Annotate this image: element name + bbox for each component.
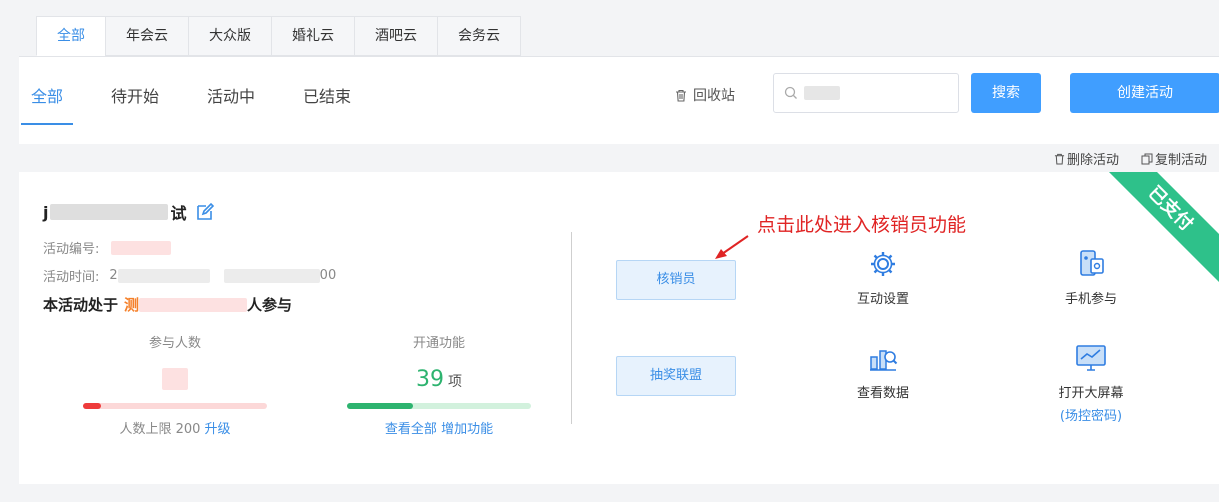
event-time-row: 活动时间: 2 00 [43,266,336,285]
status-tabs: 全部 待开始 活动中 已结束 [20,83,399,125]
cat-tab-annual[interactable]: 年会云 [105,16,188,56]
event-state: 本活动处于 测 人参与 [43,294,292,315]
trash-icon [676,89,686,102]
status-tab-all[interactable]: 全部 [20,83,74,125]
redacted-block [50,204,169,220]
cat-tab-bar[interactable]: 酒吧云 [354,16,437,56]
annotation-arrow [715,235,749,259]
annotation-text: 点击此处进入核销员功能 [757,214,967,236]
delete-event-label: 删除活动 [1066,153,1119,168]
interactive-settings-action[interactable]: 互动设置 [823,248,943,307]
gear-icon [871,252,895,276]
event-number-row: 活动编号: [43,238,172,257]
search-button[interactable]: 搜索 [971,73,1041,113]
event-title-start: j [43,202,49,222]
mobile-join-label: 手机参与 [1064,292,1117,307]
cat-tab-conference[interactable]: 会务云 [437,16,521,56]
features-label: 开通功能 [412,336,465,351]
divider [571,232,572,424]
event-time-end: 00 [319,268,337,283]
interactive-settings-label: 互动设置 [856,292,909,307]
state-prefix: 本活动处于 [43,296,119,314]
open-big-screen-label: 打开大屏幕 [1058,386,1124,401]
toolbar-panel: 全部 待开始 活动中 已结束 回收站 搜索 创建活动 [19,56,1219,144]
edit-icon[interactable] [195,202,215,222]
view-data-label: 查看数据 [856,386,909,401]
monitor-icon [1076,345,1106,371]
state-suffix: 人参与 [247,296,293,314]
search-box[interactable] [773,73,959,113]
chart-icon [870,350,898,371]
copy-event-link[interactable]: 复制活动 [1141,149,1207,168]
redacted-block [162,368,188,390]
venue-password-link[interactable]: (场控密码) [1031,405,1151,424]
event-card: 已支付 j 试 活动编号: 活动时间: 2 00 本活动处于 测 人参与 参与人… [19,172,1219,484]
status-tab-active[interactable]: 活动中 [207,83,255,125]
copy-icon [1141,153,1153,164]
redacted-block [117,268,210,283]
participants-stat: 参与人数 [83,332,267,391]
cat-tab-public[interactable]: 大众版 [188,16,271,56]
state-highlight: 测 [124,296,140,314]
search-icon [784,86,797,99]
recycle-bin-link[interactable]: 回收站 [675,85,735,105]
category-tabs: 全部 年会云 大众版 婚礼云 酒吧云 会务云 [36,16,521,56]
event-title-end: 试 [170,204,187,223]
participant-limit: 人数上限 200 升级 [83,418,267,437]
participant-limit-text: 人数上限 200 [119,422,201,437]
features-stat: 开通功能 39 项 [347,332,531,392]
lottery-alliance-button[interactable]: 抽奖联盟 [616,356,736,396]
card-actions: 删除活动 复制活动 [1032,149,1207,168]
features-count-value: 39 [416,367,444,392]
features-unit: 项 [448,374,462,390]
status-tab-pending[interactable]: 待开始 [111,83,159,125]
status-tab-ended[interactable]: 已结束 [303,83,351,125]
view-data-action[interactable]: 查看数据 [823,342,943,401]
verifier-button[interactable]: 核销员 [616,260,736,300]
event-time-label: 活动时间: [43,270,100,285]
redacted-block [111,240,172,255]
add-feature-link[interactable]: 增加功能 [441,422,493,437]
phone-icon [1080,250,1104,276]
event-time-start: 2 [109,268,118,283]
search-value-redacted [804,86,840,100]
open-big-screen-action[interactable]: 打开大屏幕 (场控密码) [1031,342,1151,424]
copy-event-label: 复制活动 [1154,153,1207,168]
features-links: 查看全部 增加功能 [347,418,531,437]
mobile-join-action[interactable]: 手机参与 [1031,248,1151,307]
main-content: 全部 待开始 活动中 已结束 回收站 搜索 创建活动 删除活动 复制活动 已支付… [19,56,1219,502]
view-all-link[interactable]: 查看全部 [385,422,437,437]
trash-icon [1054,153,1065,165]
recycle-bin-label: 回收站 [693,88,735,104]
event-number-label: 活动编号: [43,242,100,257]
redacted-block [139,297,248,312]
participants-progress-track [83,403,267,409]
upgrade-link[interactable]: 升级 [205,422,231,437]
participants-value [83,367,267,391]
event-title: j 试 [43,200,215,224]
cat-tab-all[interactable]: 全部 [36,16,105,56]
features-progress-fill [347,403,413,409]
delete-event-link[interactable]: 删除活动 [1054,149,1119,168]
participants-label: 参与人数 [148,336,201,351]
cat-tab-wedding[interactable]: 婚礼云 [271,16,354,56]
redacted-block [223,268,320,283]
participants-progress-fill [83,403,101,409]
create-event-button[interactable]: 创建活动 [1070,73,1219,113]
features-count: 39 项 [347,367,531,392]
